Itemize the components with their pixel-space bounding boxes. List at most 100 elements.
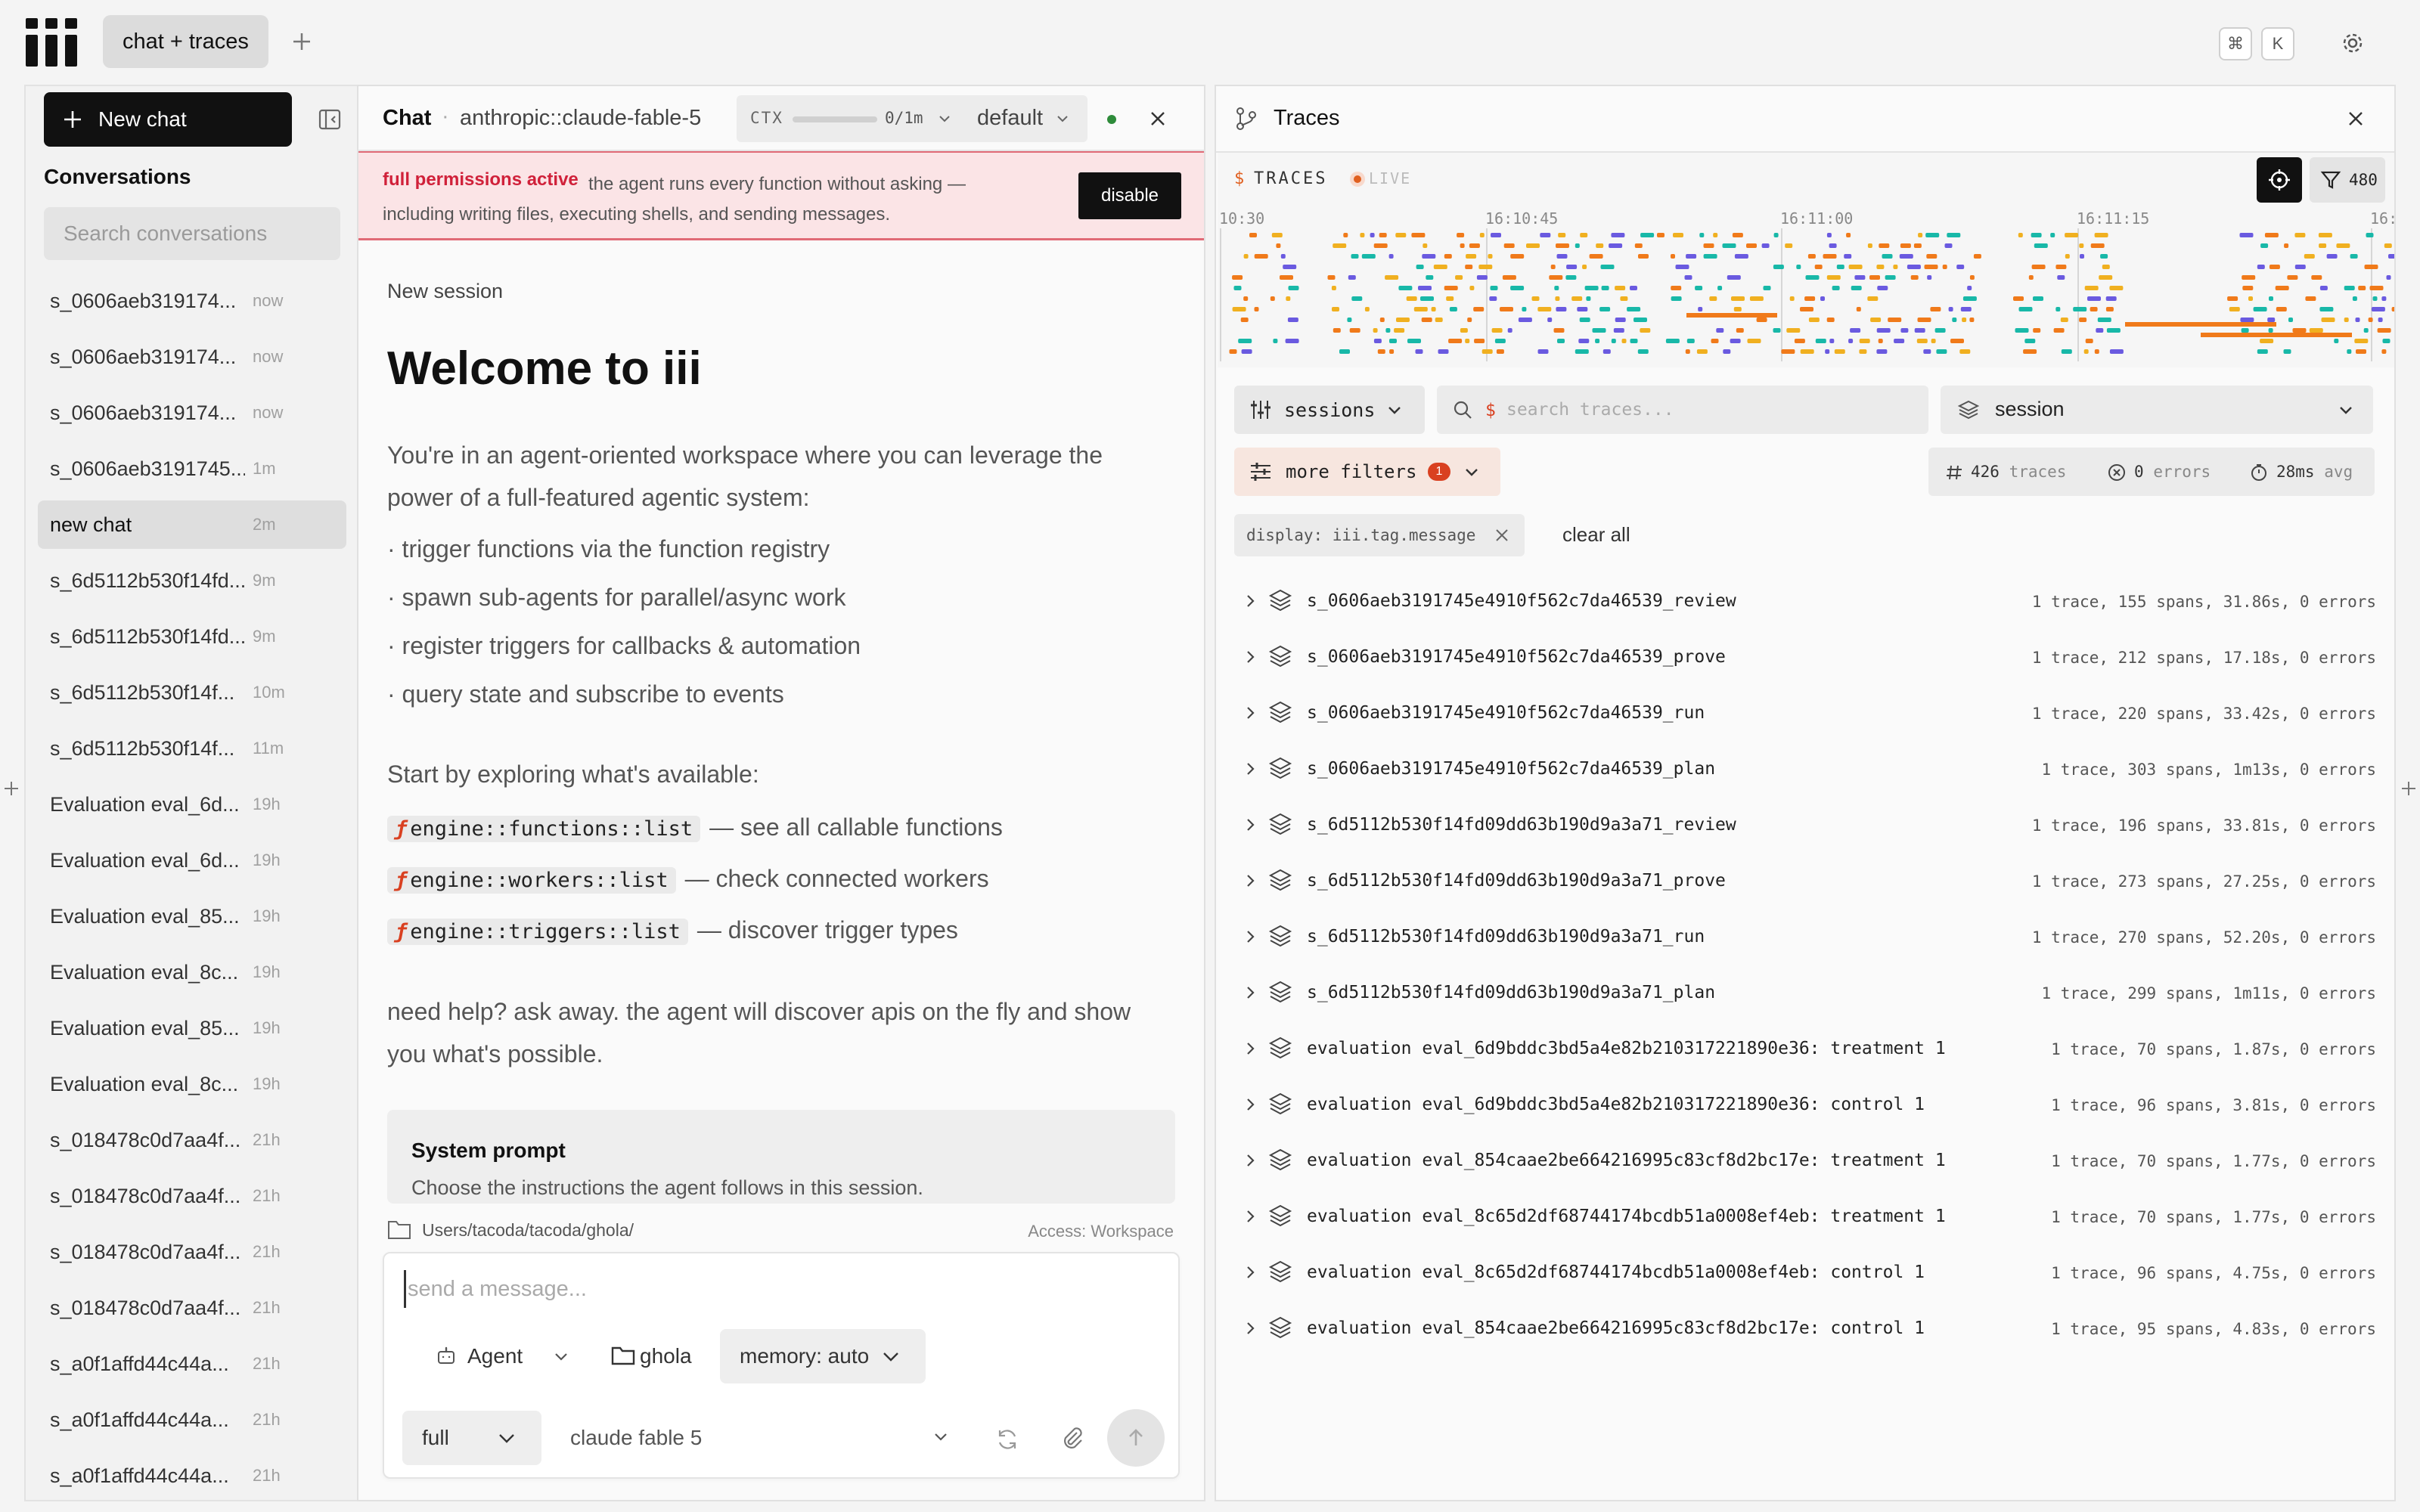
span-mark[interactable] bbox=[1823, 254, 1837, 259]
span-mark[interactable] bbox=[1671, 286, 1682, 290]
span-mark[interactable] bbox=[2018, 233, 2023, 237]
span-mark[interactable] bbox=[1630, 286, 1637, 290]
span-mark[interactable] bbox=[1950, 339, 1964, 343]
span-mark[interactable] bbox=[1584, 286, 1599, 290]
span-mark[interactable] bbox=[2276, 307, 2287, 311]
span-mark[interactable] bbox=[1698, 307, 1703, 311]
span-mark[interactable] bbox=[2381, 349, 2387, 354]
span-mark[interactable] bbox=[2378, 318, 2383, 322]
span-mark[interactable] bbox=[1469, 243, 1480, 248]
span-mark[interactable] bbox=[1640, 328, 1651, 333]
span-mark[interactable] bbox=[2109, 349, 2124, 354]
chevron-right-icon[interactable] bbox=[1242, 593, 1258, 609]
span-mark[interactable] bbox=[2050, 233, 2055, 237]
model-select[interactable]: claude fable 5 bbox=[569, 1411, 962, 1465]
chevron-right-icon[interactable] bbox=[1242, 705, 1258, 721]
span-mark[interactable] bbox=[1781, 349, 1795, 354]
span-mark[interactable] bbox=[1785, 243, 1793, 248]
group-by-select[interactable]: sessions bbox=[1234, 386, 1425, 434]
span-mark[interactable] bbox=[2288, 318, 2293, 322]
span-mark[interactable] bbox=[2034, 243, 2048, 248]
span-mark[interactable] bbox=[2094, 233, 2108, 237]
span-mark[interactable] bbox=[2304, 254, 2315, 259]
span-mark[interactable] bbox=[1956, 265, 1965, 269]
span-mark[interactable] bbox=[1377, 349, 1385, 354]
trace-row[interactable]: s_0606aeb3191745e4910f562c7da46539_revie… bbox=[1234, 573, 2376, 629]
span-mark[interactable] bbox=[2013, 296, 2024, 301]
span-mark[interactable] bbox=[1415, 349, 1423, 354]
chevron-right-icon[interactable] bbox=[1242, 1096, 1258, 1113]
span-mark[interactable] bbox=[1280, 254, 1286, 259]
span-mark[interactable] bbox=[1465, 265, 1473, 269]
trace-row[interactable]: s_0606aeb3191745e4910f562c7da46539_run 1 … bbox=[1234, 685, 2376, 741]
span-mark[interactable] bbox=[2105, 307, 2114, 311]
conversation-item[interactable]: s_a0f1affd44c44a... 21h bbox=[38, 1452, 346, 1500]
span-mark[interactable] bbox=[1913, 243, 1922, 248]
span-mark[interactable] bbox=[2294, 233, 2306, 237]
span-mark[interactable] bbox=[1925, 233, 1940, 237]
span-mark[interactable] bbox=[2260, 339, 2274, 343]
span-mark[interactable] bbox=[1907, 265, 1921, 269]
trace-row[interactable]: s_6d5112b530f14fd09dd63b190d9a3a71_revie… bbox=[1234, 797, 2376, 853]
span-mark[interactable] bbox=[1373, 339, 1382, 343]
span-mark[interactable] bbox=[1722, 243, 1736, 248]
span-mark[interactable] bbox=[1460, 328, 1468, 333]
collapse-sidebar-button[interactable] bbox=[316, 106, 343, 133]
span-mark[interactable] bbox=[1848, 339, 1854, 343]
span-mark[interactable] bbox=[1804, 296, 1816, 301]
span-mark[interactable] bbox=[1931, 339, 1936, 343]
span-mark[interactable] bbox=[1844, 254, 1852, 259]
span-mark[interactable] bbox=[1592, 328, 1606, 333]
span-mark[interactable] bbox=[1657, 233, 1665, 237]
span-mark[interactable] bbox=[2057, 275, 2065, 280]
span-mark[interactable] bbox=[1730, 339, 1741, 343]
span-mark[interactable] bbox=[1385, 275, 1399, 280]
span-mark[interactable] bbox=[1942, 265, 1947, 269]
span-mark[interactable] bbox=[1580, 233, 1588, 237]
span-mark[interactable] bbox=[1360, 233, 1365, 237]
span-mark[interactable] bbox=[1717, 286, 1723, 290]
conversation-item[interactable]: Evaluation eval_8c... 19h bbox=[38, 1060, 346, 1108]
conversation-item[interactable]: s_0606aeb3191745... 1m bbox=[38, 445, 346, 493]
span-mark[interactable] bbox=[2305, 296, 2316, 301]
span-mark[interactable] bbox=[1685, 349, 1690, 354]
trace-row[interactable]: evaluation eval_6d9bddc3bd5a4e82b2103172… bbox=[1234, 1077, 2376, 1132]
span-mark[interactable] bbox=[1885, 275, 1896, 280]
conversation-item[interactable]: s_018478c0d7aa4f... 21h bbox=[38, 1284, 346, 1332]
span-mark[interactable] bbox=[1577, 307, 1588, 311]
span-mark[interactable] bbox=[2319, 286, 2328, 290]
span-mark[interactable] bbox=[1448, 339, 1463, 343]
span-mark[interactable] bbox=[2363, 328, 2369, 333]
span-mark[interactable] bbox=[1673, 233, 1683, 237]
span-mark[interactable] bbox=[1478, 265, 1493, 269]
span-mark[interactable] bbox=[1243, 296, 1249, 301]
span-mark[interactable] bbox=[1867, 243, 1872, 248]
span-mark[interactable] bbox=[2372, 296, 2378, 301]
span-mark[interactable] bbox=[1558, 233, 1566, 237]
span-mark[interactable] bbox=[1490, 286, 1498, 290]
span-mark[interactable] bbox=[1351, 296, 1363, 301]
span-mark[interactable] bbox=[2090, 243, 2105, 248]
command-triggers-list[interactable]: ƒ engine::triggers::list — discover trigge… bbox=[387, 916, 958, 945]
span-mark[interactable] bbox=[1502, 275, 1516, 280]
close-traces-button[interactable] bbox=[2344, 107, 2367, 130]
span-mark[interactable] bbox=[1469, 286, 1475, 290]
span-mark[interactable] bbox=[1914, 328, 1925, 333]
span-mark[interactable] bbox=[1507, 328, 1512, 333]
span-mark[interactable] bbox=[1351, 254, 1359, 259]
span-mark[interactable] bbox=[1773, 328, 1781, 333]
span-mark[interactable] bbox=[2377, 328, 2391, 333]
span-mark[interactable] bbox=[1476, 275, 1488, 280]
span-mark[interactable] bbox=[1579, 318, 1590, 322]
conversation-item[interactable]: Evaluation eval_6d... 19h bbox=[38, 836, 346, 885]
span-mark[interactable] bbox=[1826, 318, 1835, 322]
chevron-right-icon[interactable] bbox=[1242, 761, 1258, 777]
span-mark[interactable] bbox=[2321, 318, 2335, 322]
span-mark[interactable] bbox=[2053, 328, 2065, 333]
span-mark[interactable] bbox=[1877, 286, 1888, 290]
span-mark[interactable] bbox=[1531, 296, 1540, 301]
span-mark[interactable] bbox=[1893, 265, 1898, 269]
span-mark[interactable] bbox=[1449, 307, 1457, 311]
span-mark[interactable] bbox=[1671, 254, 1675, 259]
span-mark[interactable] bbox=[1575, 349, 1589, 354]
